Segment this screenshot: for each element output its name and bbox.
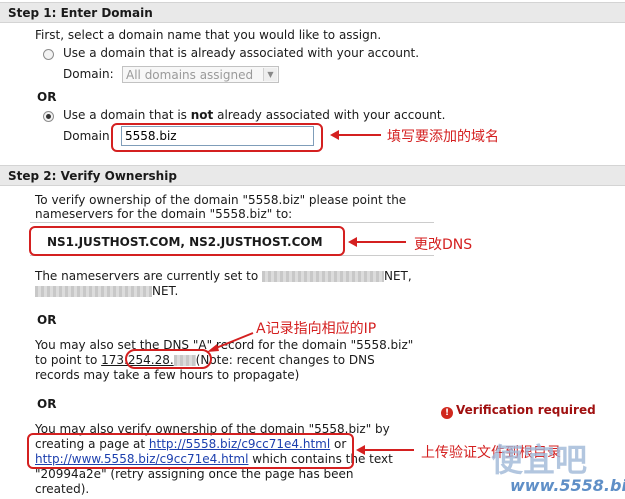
or-label-step1: OR (37, 90, 57, 104)
domain-annotation: 填写要添加的域名 (387, 129, 499, 145)
verification-status: ! Verification required (441, 403, 596, 419)
step1-intro: First, select a domain name that you wou… (35, 28, 382, 42)
annotation-arrow-line (356, 241, 406, 243)
a-record-annotation: A记录指向相应的IP (256, 321, 377, 337)
redacted-text (35, 286, 152, 297)
domain-select-label: Domain: (63, 67, 114, 81)
annotation-arrow-line (338, 134, 381, 136)
domain-select-value: All domains assigned (126, 68, 254, 82)
option-existing-radio[interactable] (43, 49, 54, 60)
alert-icon: ! (441, 407, 453, 419)
nameserver-callout (29, 226, 345, 256)
step2-intro-line1: To verify ownership of the domain "5558.… (35, 193, 407, 207)
option-existing-label: Use a domain that is already associated … (63, 46, 420, 60)
dns-a-record-line3: records may take a few hours to propagat… (35, 368, 300, 382)
domain-input-label: Domain: (63, 129, 114, 143)
domain-select[interactable]: All domains assigned ▼ (122, 66, 279, 83)
option-new-radio[interactable] (43, 111, 54, 122)
redacted-text (262, 271, 384, 282)
or-label-1: OR (37, 313, 57, 327)
or-label-2: OR (37, 397, 57, 411)
verify-page-line5: created). (35, 482, 90, 496)
option-new-label: Use a domain that is not already associa… (63, 108, 446, 122)
domain-input-callout (111, 123, 323, 152)
annotation-arrow-icon (207, 332, 254, 352)
dns-annotation: 更改DNS (414, 237, 473, 253)
verify-links-callout (27, 433, 354, 469)
chevron-down-icon: ▼ (263, 68, 277, 81)
current-nameservers-line2: NET. (35, 284, 178, 299)
watermark-url: www.5558.biz (510, 476, 625, 495)
current-nameservers-line1: The nameservers are currently set to NET… (35, 269, 412, 283)
annotation-arrow-line (364, 449, 414, 451)
step2-intro-line2: nameservers for the domain "5558.biz" to… (35, 207, 293, 221)
verify-page-line4: "20994a2e" (retry assigning once the pag… (35, 467, 354, 481)
ip-callout (125, 349, 212, 369)
step1-header: Step 1: Enter Domain (0, 2, 625, 23)
step2-header: Step 2: Verify Ownership (0, 165, 625, 186)
watermark-logo: 便宜吧 (491, 441, 588, 479)
